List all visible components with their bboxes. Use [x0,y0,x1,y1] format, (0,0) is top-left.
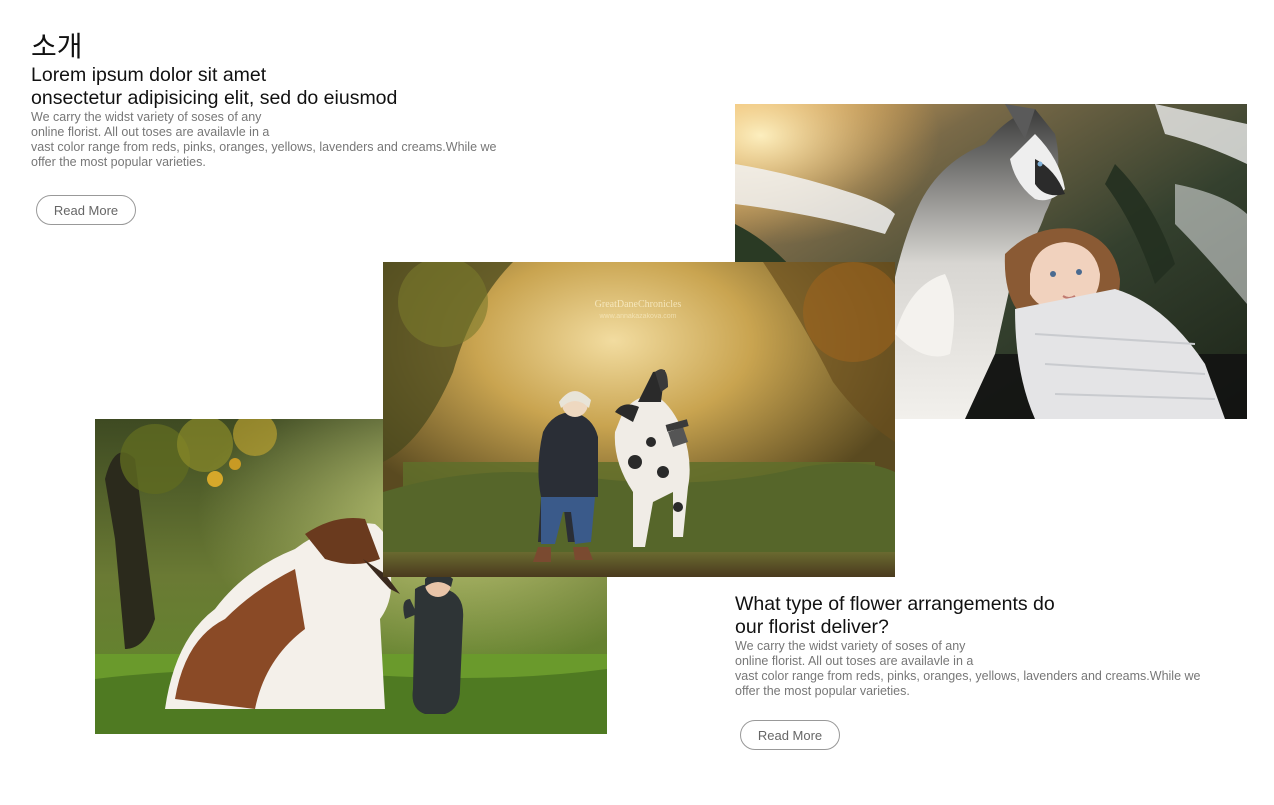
second-section: What type of flower arrangements do our … [735,593,1245,750]
second-heading-line-1: What type of flower arrangements do [735,593,1055,615]
page: 소개 Lorem ipsum dolor sit amet onsectetur… [0,0,1274,805]
intro-subheading-line-2: onsectetur adipisicing elit, sed do eius… [31,87,398,109]
second-read-more-button[interactable]: Read More [740,720,840,750]
intro-body-line-3: vast color range from reds, pinks, orang… [31,140,497,154]
watermark-line-1: GreatDaneChronicles [595,299,682,310]
intro-section: 소개 Lorem ipsum dolor sit amet onsectetur… [31,30,551,225]
second-body-line-1: We carry the widst variety of soses of a… [735,639,966,653]
second-body-line-3: vast color range from reds, pinks, orang… [735,669,1201,683]
intro-body-line-2: online florist. All out toses are availa… [31,125,270,139]
second-body-line-4: offer the most popular varieties. [735,684,910,698]
second-heading-line-2: our florist deliver? [735,616,889,638]
intro-read-more-button[interactable]: Read More [36,195,136,225]
second-body-line-2: online florist. All out toses are availa… [735,654,974,668]
watermark-line-2: www.annakazakova.com [598,313,676,320]
intro-subheading-line-1: Lorem ipsum dolor sit amet [31,64,267,86]
intro-body-line-1: We carry the widst variety of soses of a… [31,110,262,124]
great-dane-boy-photo: GreatDaneChronicles www.annakazakova.com [383,262,895,577]
intro-body-line-4: offer the most popular varieties. [31,155,206,169]
intro-heading: 소개 [31,30,83,63]
